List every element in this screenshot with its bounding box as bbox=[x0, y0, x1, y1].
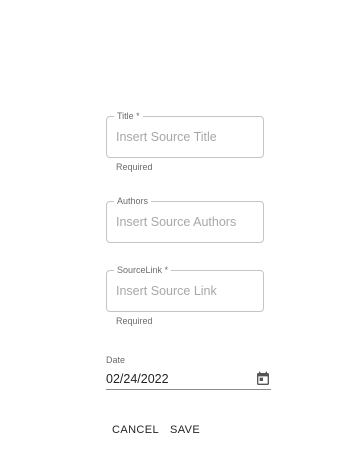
title-helper-text: Required bbox=[116, 162, 153, 172]
sourcelink-helper-text: Required bbox=[116, 316, 153, 326]
cancel-button[interactable]: CANCEL bbox=[106, 422, 165, 438]
title-field[interactable]: Title * bbox=[106, 110, 264, 158]
source-form: Title * Required Authors SourceLink * Re… bbox=[0, 0, 347, 476]
title-input[interactable] bbox=[116, 127, 256, 147]
authors-label: Authors bbox=[114, 195, 152, 207]
sourcelink-field[interactable]: SourceLink * bbox=[106, 264, 264, 312]
date-label: Date bbox=[106, 355, 126, 365]
save-button[interactable]: SAVE bbox=[164, 422, 206, 438]
authors-input[interactable] bbox=[116, 212, 256, 232]
sourcelink-label: SourceLink * bbox=[114, 264, 172, 276]
date-input[interactable] bbox=[106, 370, 246, 388]
calendar-icon[interactable] bbox=[255, 371, 271, 387]
date-field[interactable] bbox=[106, 368, 271, 390]
authors-field[interactable]: Authors bbox=[106, 195, 264, 243]
title-label: Title * bbox=[114, 110, 143, 122]
sourcelink-input[interactable] bbox=[116, 281, 256, 301]
